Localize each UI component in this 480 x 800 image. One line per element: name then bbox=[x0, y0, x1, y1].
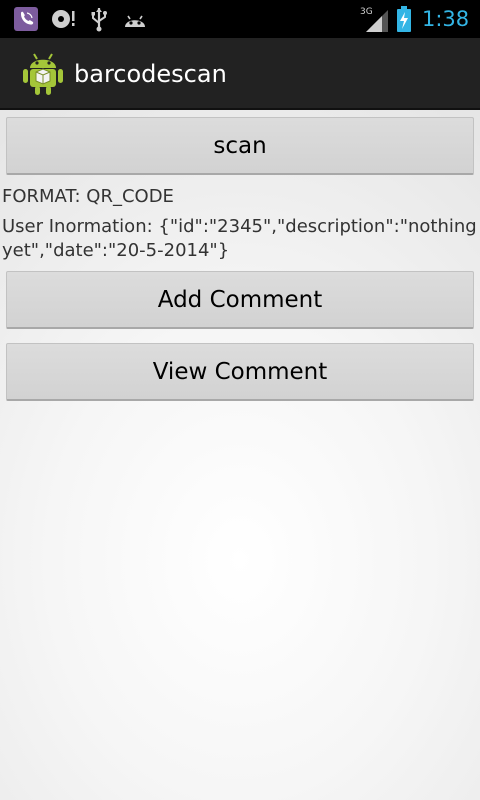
user-information-text: User Inormation: {"id":"2345","descripti… bbox=[2, 215, 480, 263]
status-bar: 3G 1:38 bbox=[0, 0, 480, 38]
disc-icon bbox=[50, 0, 78, 38]
user-information-line-2: yet","date":"20-5-2014"} bbox=[2, 240, 230, 261]
app-title: barcodescan bbox=[74, 60, 227, 88]
usb-icon bbox=[86, 0, 112, 38]
signal-icon: 3G bbox=[360, 0, 390, 38]
scan-button[interactable]: scan bbox=[6, 117, 474, 175]
network-type-label: 3G bbox=[360, 7, 373, 17]
action-bar: barcodescan bbox=[0, 38, 480, 110]
android-app-icon bbox=[22, 50, 64, 96]
battery-charging-icon bbox=[394, 0, 414, 38]
viber-icon bbox=[12, 0, 40, 38]
status-clock: 1:38 bbox=[422, 7, 470, 31]
view-comment-button[interactable]: View Comment bbox=[6, 343, 474, 401]
add-comment-button[interactable]: Add Comment bbox=[6, 271, 474, 329]
android-icon bbox=[120, 0, 150, 38]
format-text: FORMAT: QR_CODE bbox=[2, 186, 174, 207]
user-information-line-1: User Inormation: {"id":"2345","descripti… bbox=[2, 216, 477, 237]
